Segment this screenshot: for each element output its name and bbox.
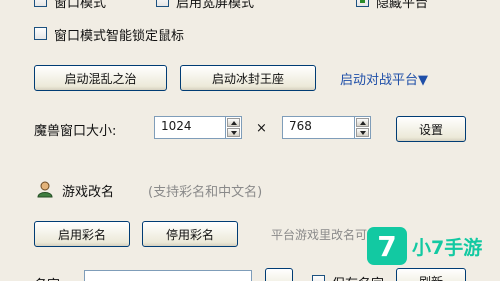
chevron-up-icon[interactable] <box>356 118 369 127</box>
chevron-down-icon[interactable] <box>356 128 369 137</box>
chevron-up-icon[interactable] <box>227 118 240 127</box>
times-sign: × <box>256 121 267 136</box>
widescreen-label: 启用宽屏模式 <box>176 0 255 11</box>
rename-hint: (支持彩名和中文名) <box>148 185 263 200</box>
widescreen-checkbox[interactable] <box>156 0 169 7</box>
name-dropdown-button[interactable] <box>265 268 293 281</box>
save-name-checkbox[interactable] <box>312 275 325 281</box>
watermark-text: 小7手游 <box>412 236 483 259</box>
window-height-input[interactable]: 768 <box>282 116 362 139</box>
watermark-badge: 7 <box>367 227 407 265</box>
save-name-label: 保存名字 <box>332 273 384 281</box>
launch-chaos-button[interactable]: 启动混乱之治 <box>34 65 167 91</box>
name-label: 名字 <box>34 274 60 281</box>
chevron-down-icon[interactable] <box>227 128 240 137</box>
watermark-logo: 7 小7手游 <box>367 224 493 268</box>
lock-mouse-label: 窗口模式智能锁定鼠标 <box>54 29 185 44</box>
hide-platform-label: 隐藏平台 <box>376 0 429 11</box>
launch-platform-link[interactable]: 启动对战平台▼ <box>340 69 428 88</box>
window-size-label: 魔兽窗口大小: <box>34 124 117 139</box>
rename-title: 游戏改名 <box>62 185 115 200</box>
lock-mouse-checkbox[interactable] <box>34 27 47 40</box>
name-input[interactable] <box>84 270 252 281</box>
window-mode-checkbox[interactable] <box>34 0 47 7</box>
window-height-spinner[interactable] <box>354 116 371 139</box>
refresh-button[interactable]: 刷新 <box>396 268 466 281</box>
window-mode-label: 窗口模式 <box>54 0 107 11</box>
launch-frozen-throne-button[interactable]: 启动冰封王座 <box>180 65 316 91</box>
window-width-spinner[interactable] <box>225 116 242 139</box>
hide-platform-checkbox[interactable] <box>356 0 369 7</box>
user-icon <box>36 180 54 198</box>
window-width-input[interactable]: 1024 <box>154 116 232 139</box>
enable-color-name-button[interactable]: 启用彩名 <box>34 221 130 247</box>
disable-color-name-button[interactable]: 停用彩名 <box>142 221 238 247</box>
set-button[interactable]: 设置 <box>396 116 466 142</box>
